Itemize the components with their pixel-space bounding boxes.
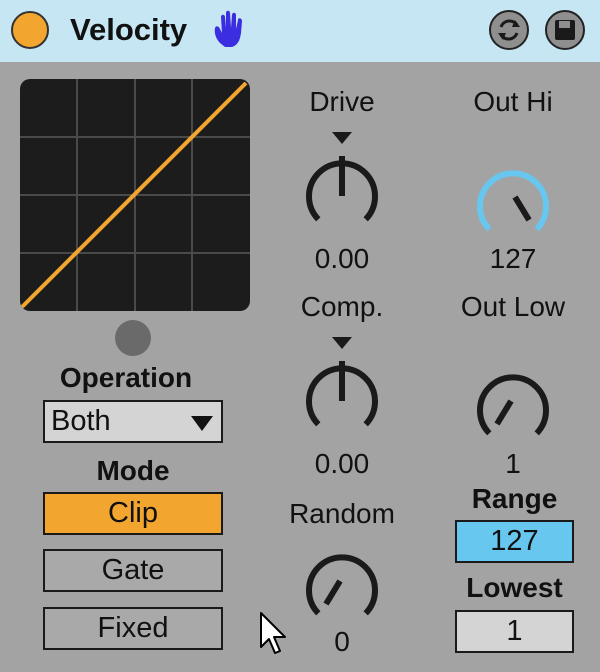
operation-select[interactable]: Both — [43, 400, 223, 443]
random-value: 0 — [334, 626, 350, 657]
hot-swap-button[interactable] — [489, 10, 529, 50]
velocity-curve-graph — [20, 79, 250, 311]
out-hi-value: 127 — [489, 243, 537, 274]
device-title: Velocity — [70, 12, 188, 47]
save-button[interactable] — [545, 10, 585, 50]
drive-value: 0.00 — [314, 243, 370, 274]
out-low-label: Out Low — [460, 291, 566, 322]
curve-handle[interactable] — [115, 320, 151, 356]
random-knob[interactable] — [292, 526, 392, 626]
operation-value: Both — [51, 405, 111, 437]
drive-label: Drive — [309, 86, 375, 117]
hand-icon — [214, 10, 242, 47]
mode-clip-button[interactable]: Clip — [43, 492, 223, 535]
range-value-box[interactable]: 127 — [455, 520, 574, 563]
mode-label: Mode — [96, 455, 170, 486]
device-power-button[interactable] — [11, 11, 49, 49]
velocity-device: Velocity Operation Both Mode Clip Gate F… — [0, 0, 600, 672]
velocity-curve-display[interactable] — [20, 79, 250, 311]
out-hi-knob[interactable] — [463, 142, 563, 242]
lowest-value-box[interactable]: 1 — [455, 610, 574, 653]
chevron-down-icon — [191, 416, 213, 431]
out-low-value: 1 — [505, 448, 521, 479]
device-title-bar: Velocity — [0, 0, 600, 62]
lowest-label: Lowest — [466, 572, 563, 603]
out-low-knob[interactable] — [463, 346, 563, 446]
mouse-cursor-icon — [260, 612, 286, 654]
hot-swap-icon — [498, 19, 520, 41]
comp-value: 0.00 — [314, 448, 370, 479]
comp-label: Comp. — [300, 291, 384, 322]
operation-label: Operation — [59, 362, 193, 393]
save-icon — [555, 20, 575, 40]
drive-knob[interactable] — [292, 128, 392, 238]
comp-knob[interactable] — [292, 333, 392, 443]
mode-gate-button[interactable]: Gate — [43, 549, 223, 592]
out-hi-label: Out Hi — [473, 86, 553, 117]
mode-fixed-button[interactable]: Fixed — [43, 607, 223, 650]
range-label: Range — [471, 483, 558, 514]
